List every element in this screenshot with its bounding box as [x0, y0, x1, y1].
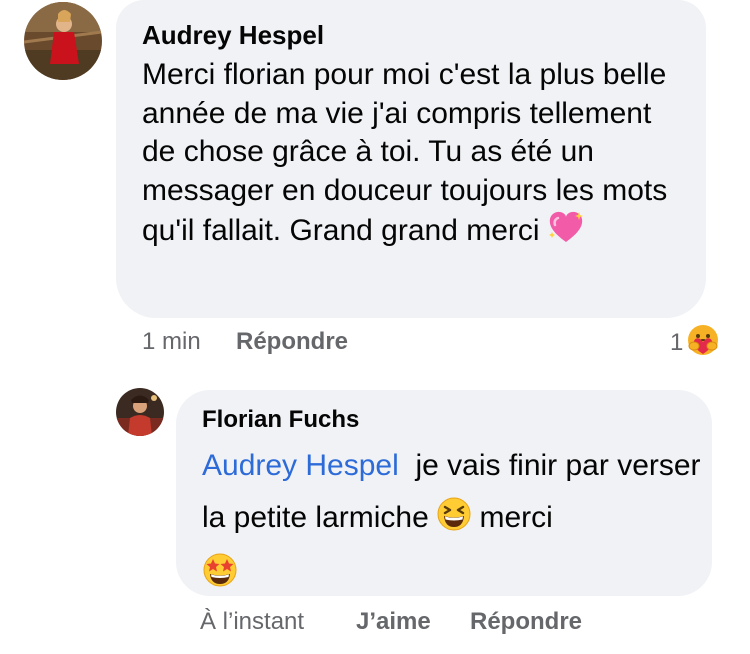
- reply-button[interactable]: Répondre: [470, 608, 582, 636]
- reply-label: Répondre: [236, 328, 349, 355]
- comment-timestamp[interactable]: À l’instant: [200, 608, 304, 636]
- like-button[interactable]: J’aime: [356, 608, 431, 636]
- mention-link[interactable]: Audrey Hespel: [202, 449, 399, 482]
- reaction-count: 1: [670, 328, 684, 356]
- grinning-squinting-face-icon: [437, 496, 471, 548]
- comment-author[interactable]: Florian Fuchs: [202, 406, 359, 434]
- comment-author[interactable]: Audrey Hespel: [142, 20, 324, 51]
- reply-button[interactable]: Répondre: [236, 328, 348, 356]
- avatar[interactable]: [24, 2, 102, 80]
- sparkling-heart-icon: [548, 210, 584, 255]
- avatar[interactable]: [116, 388, 164, 436]
- comment-body-end: merci: [479, 501, 553, 534]
- reaction-summary[interactable]: 1: [670, 324, 719, 361]
- reply-label: Répondre: [470, 608, 583, 635]
- like-label: J’aime: [356, 608, 431, 635]
- star-struck-icon: [202, 552, 238, 604]
- comment-text: Audrey Hespel je vais finir par verser l…: [202, 440, 702, 604]
- comment-timestamp[interactable]: 1 min: [142, 328, 201, 356]
- comment-body: Merci florian pour moi c'est la plus bel…: [142, 58, 668, 247]
- care-reaction-icon: [687, 324, 719, 361]
- comment-text: Merci florian pour moi c'est la plus bel…: [142, 56, 692, 255]
